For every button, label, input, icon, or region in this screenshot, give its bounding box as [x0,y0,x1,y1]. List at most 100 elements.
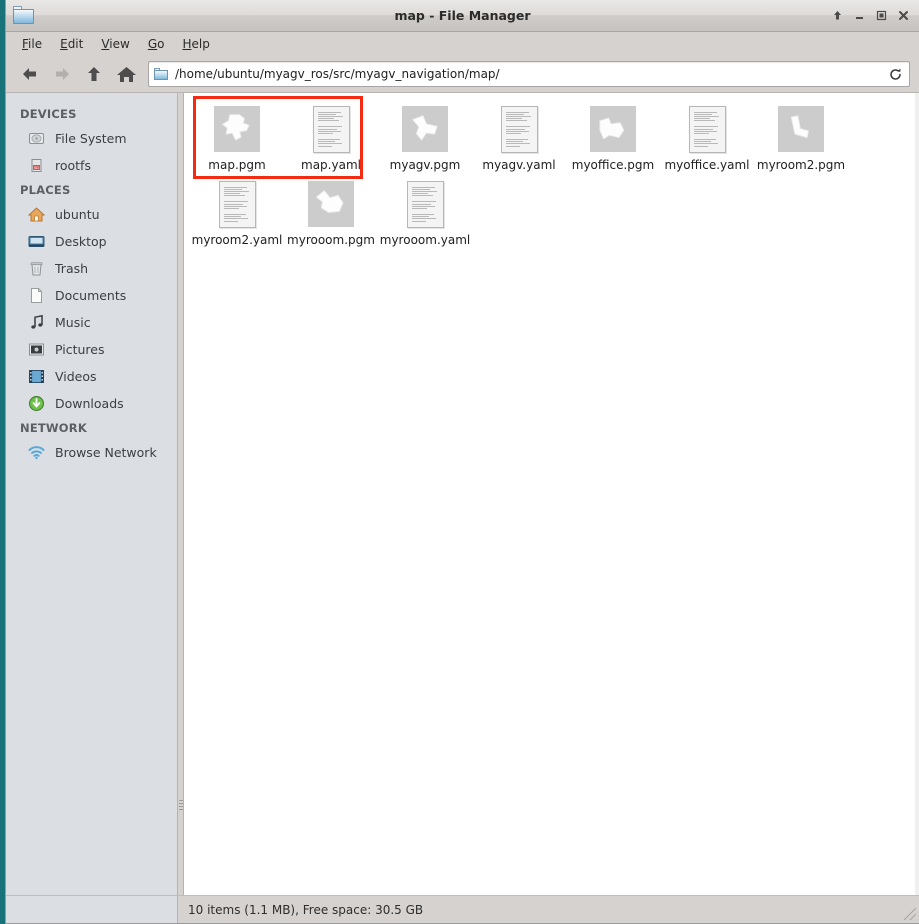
sidebar-item-label: Music [55,315,91,330]
splitter-grip-icon [179,800,183,811]
file-label: map.pgm [208,158,266,172]
minimize-button[interactable] [849,6,869,26]
menu-help[interactable]: Help [174,34,217,54]
text-document-icon [307,105,355,153]
download-icon [28,395,45,412]
home-button[interactable] [110,60,142,88]
back-button[interactable] [14,60,46,88]
map-thumbnail-icon [589,105,637,153]
sidebar-item-desktop[interactable]: Desktop [6,228,177,255]
file-item[interactable]: myoffice.pgm [566,101,660,176]
up-button[interactable] [78,60,110,88]
sidebar-group-devices: DEVICES [20,107,77,121]
menu-file[interactable]: File [14,34,50,54]
document-icon [28,287,45,304]
sidebar-item-label: rootfs [55,158,91,173]
statusbar-sidebar-pad [6,896,178,923]
text-document-icon [495,105,543,153]
file-label: myoffice.yaml [664,158,750,172]
sidebar-item-label: Browse Network [55,445,157,460]
toolbar: /home/ubuntu/myagv_ros/src/myagv_navigat… [6,56,919,92]
sidebar-item-label: Videos [55,369,97,384]
file-item[interactable]: map.yaml [284,101,378,176]
statusbar: 10 items (1.1 MB), Free space: 30.5 GB [6,895,919,923]
sidebar-item-documents[interactable]: Documents [6,282,177,309]
film-icon [28,368,45,385]
file-label: map.yaml [301,158,361,172]
text-document-icon [401,180,449,228]
music-note-icon [28,314,45,331]
sidebar-group-network: NETWORK [20,421,87,435]
map-thumbnail-icon [307,180,355,228]
map-thumbnail-icon [777,105,825,153]
file-label: myroom2.pgm [756,158,846,172]
forward-button[interactable] [46,60,78,88]
shade-button[interactable] [827,6,847,26]
maximize-button[interactable] [871,6,891,26]
content-scrollbar[interactable] [915,93,919,895]
picture-icon [28,341,45,358]
path-bar[interactable]: /home/ubuntu/myagv_ros/src/myagv_navigat… [148,61,910,87]
file-item[interactable]: myoffice.yaml [660,101,754,176]
sidebar-item-trash[interactable]: Trash [6,255,177,282]
sidebar-item-downloads[interactable]: Downloads [6,390,177,417]
sidebar-item-videos[interactable]: Videos [6,363,177,390]
sidebar-item-label: Documents [55,288,127,303]
trash-icon [28,260,45,277]
network-wifi-icon [28,444,45,461]
file-label: myoffice.pgm [571,158,655,172]
sidebar-item-file-system[interactable]: File System [6,125,177,152]
map-thumbnail-icon [401,105,449,153]
path-input[interactable]: /home/ubuntu/myagv_ros/src/myagv_navigat… [175,67,888,81]
sidebar-group-places: PLACES [20,183,71,197]
file-item[interactable]: map.pgm [190,101,284,176]
sidebar-item-label: Downloads [55,396,124,411]
sidebar-item-ubuntu[interactable]: ubuntu [6,201,177,228]
close-button[interactable] [893,6,913,26]
sidebar-item-browse-network[interactable]: Browse Network [6,439,177,466]
file-list-view[interactable]: map.pgm map.yaml myagv.pgm myagv.yaml myoffi… [184,93,919,895]
file-item[interactable]: myrooom.pgm [284,176,378,251]
sidebar-item-label: ubuntu [55,207,100,222]
menu-view[interactable]: View [93,34,137,54]
svg-text:SD: SD [34,165,40,170]
icon-grid: map.pgm map.yaml myagv.pgm myagv.yaml myoffi… [184,93,919,251]
sidebar-item-label: Trash [55,261,89,276]
file-label: myrooom.pgm [287,233,375,247]
home-icon [27,206,46,223]
file-label: myrooom.yaml [379,233,471,247]
text-document-icon [213,180,261,228]
sdcard-icon: SD [28,157,45,174]
window-controls [827,6,913,26]
harddisk-icon [28,130,45,147]
file-label: myagv.pgm [389,158,461,172]
file-item[interactable]: myroom2.yaml [190,176,284,251]
status-text: 10 items (1.1 MB), Free space: 30.5 GB [188,902,424,917]
file-item[interactable]: myagv.pgm [378,101,472,176]
folder-icon [13,6,35,25]
sidebar-item-label: Pictures [55,342,105,357]
map-thumbnail-icon [213,105,261,153]
menubar: File Edit View Go Help [6,32,919,56]
titlebar[interactable]: map - File Manager [6,0,919,32]
sidebar-item-pictures[interactable]: Pictures [6,336,177,363]
menu-edit[interactable]: Edit [52,34,91,54]
file-manager-window: map - File Manager File Edit View Go Hel… [5,0,919,924]
path-folder-icon [154,67,169,81]
file-item[interactable]: myagv.yaml [472,101,566,176]
sidebar-item-music[interactable]: Music [6,309,177,336]
window-title: map - File Manager [394,8,531,23]
file-label: myroom2.yaml [191,233,283,247]
resize-grip-icon[interactable] [904,908,916,920]
text-document-icon [683,105,731,153]
sidebar-item-label: Desktop [55,234,107,249]
file-item[interactable]: myroom2.pgm [754,101,848,176]
window-body: DEVICES File System SD rootfs PLACES ubu… [6,92,919,895]
sidebar: DEVICES File System SD rootfs PLACES ubu… [6,93,178,895]
reload-icon[interactable] [888,67,903,82]
desktop-icon [28,233,45,250]
sidebar-item-label: File System [55,131,127,146]
sidebar-item-rootfs[interactable]: SD rootfs [6,152,177,179]
file-item[interactable]: myrooom.yaml [378,176,472,251]
menu-go[interactable]: Go [140,34,173,54]
